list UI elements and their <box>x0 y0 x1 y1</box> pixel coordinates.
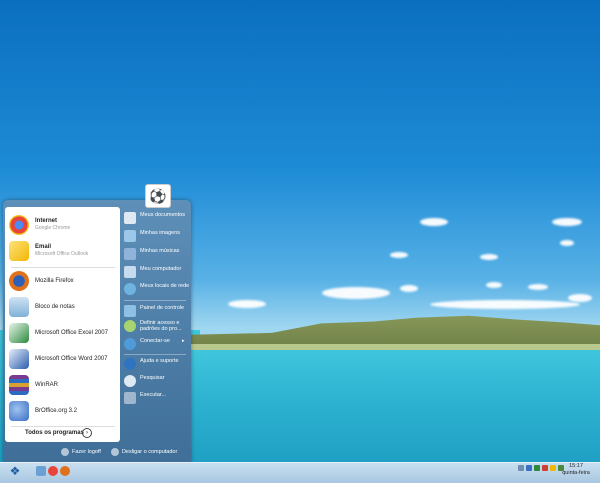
windows-logo-icon: ❖ <box>9 464 21 478</box>
notepad-icon <box>9 297 29 317</box>
taskbar <box>0 462 600 483</box>
right-item-connect[interactable]: Conectar-se ▸ <box>124 338 190 350</box>
recent-firefox[interactable]: Mozilla Firefox <box>5 269 120 293</box>
right-item-run[interactable]: Executar... <box>124 392 190 404</box>
divider <box>124 300 186 301</box>
music-icon <box>124 248 136 260</box>
security-tray-icon[interactable] <box>534 465 540 471</box>
start-menu-footer: Fazer logoff Desligar o computador <box>3 442 191 462</box>
right-item-network[interactable]: Meus locais de rede <box>124 283 190 295</box>
power-icon <box>110 448 119 456</box>
firefox-taskbar-icon[interactable] <box>60 466 70 476</box>
pinned-email[interactable]: Email Microsoft Office Outlook <box>5 239 120 263</box>
volume-tray-icon[interactable] <box>526 465 532 471</box>
connect-icon <box>124 338 136 350</box>
right-item-documents[interactable]: Meus documentos <box>124 212 190 224</box>
antivirus-tray-icon[interactable] <box>542 465 548 471</box>
outlook-icon <box>9 241 29 261</box>
firefox-icon <box>9 271 29 291</box>
right-item-search[interactable]: Pesquisar <box>124 375 190 387</box>
run-icon <box>124 392 136 404</box>
logoff-icon <box>61 448 69 456</box>
right-item-help[interactable]: Ajuda e suporte <box>124 358 190 370</box>
pinned-internet[interactable]: Internet Google Chrome <box>5 213 120 237</box>
divider <box>124 354 186 355</box>
clock-day: quinta-feira <box>562 470 590 476</box>
control-panel-icon <box>124 305 136 317</box>
chevron-right-icon: ▸ <box>181 338 185 344</box>
show-desktop-icon[interactable] <box>36 466 46 476</box>
start-menu-programs-pane: Internet Google Chrome Email Microsoft Off… <box>5 207 120 442</box>
right-item-control-panel[interactable]: Painel de controle <box>124 305 190 317</box>
recent-winrar[interactable]: WinRAR <box>5 373 120 397</box>
network-icon <box>124 283 136 295</box>
clock-time: 15:17 <box>569 463 583 469</box>
chrome-icon <box>9 215 29 235</box>
right-item-default-programs[interactable]: Definir acesso e padrões do pro... <box>124 320 190 332</box>
documents-icon <box>124 212 136 224</box>
computer-icon <box>124 266 136 278</box>
start-button[interactable]: ❖ <box>8 464 22 478</box>
right-item-pictures[interactable]: Minhas imagens <box>124 230 190 242</box>
excel-icon <box>9 323 29 343</box>
word-icon <box>9 349 29 369</box>
divider <box>11 267 115 268</box>
network-tray-icon[interactable] <box>518 465 524 471</box>
help-icon <box>124 358 136 370</box>
taskbar-clock[interactable]: 15:17 quinta-feira <box>556 463 596 477</box>
default-programs-icon <box>124 320 136 332</box>
recent-word[interactable]: Microsoft Office Word 2007 <box>5 347 120 371</box>
shutdown-button[interactable]: Desligar o computador <box>110 448 177 456</box>
divider <box>11 426 115 427</box>
recent-broffice[interactable]: BrOffice.org 3.2 <box>5 399 120 423</box>
right-item-computer[interactable]: Meu computador <box>124 266 190 278</box>
recent-excel[interactable]: Microsoft Office Excel 2007 <box>5 321 120 345</box>
chrome-taskbar-icon[interactable] <box>48 466 58 476</box>
broffice-icon <box>9 401 29 421</box>
user-picture[interactable]: ⚽ <box>145 184 171 208</box>
recent-notepad[interactable]: Bloco de notas <box>5 295 120 319</box>
search-icon <box>124 375 136 387</box>
pictures-icon <box>124 230 136 242</box>
logoff-button[interactable]: Fazer logoff <box>61 448 101 456</box>
arrow-right-icon[interactable]: › <box>82 428 92 438</box>
winrar-icon <box>9 375 29 395</box>
all-programs-label[interactable]: Todos os programas <box>25 430 84 436</box>
right-item-music[interactable]: Minhas músicas <box>124 248 190 260</box>
